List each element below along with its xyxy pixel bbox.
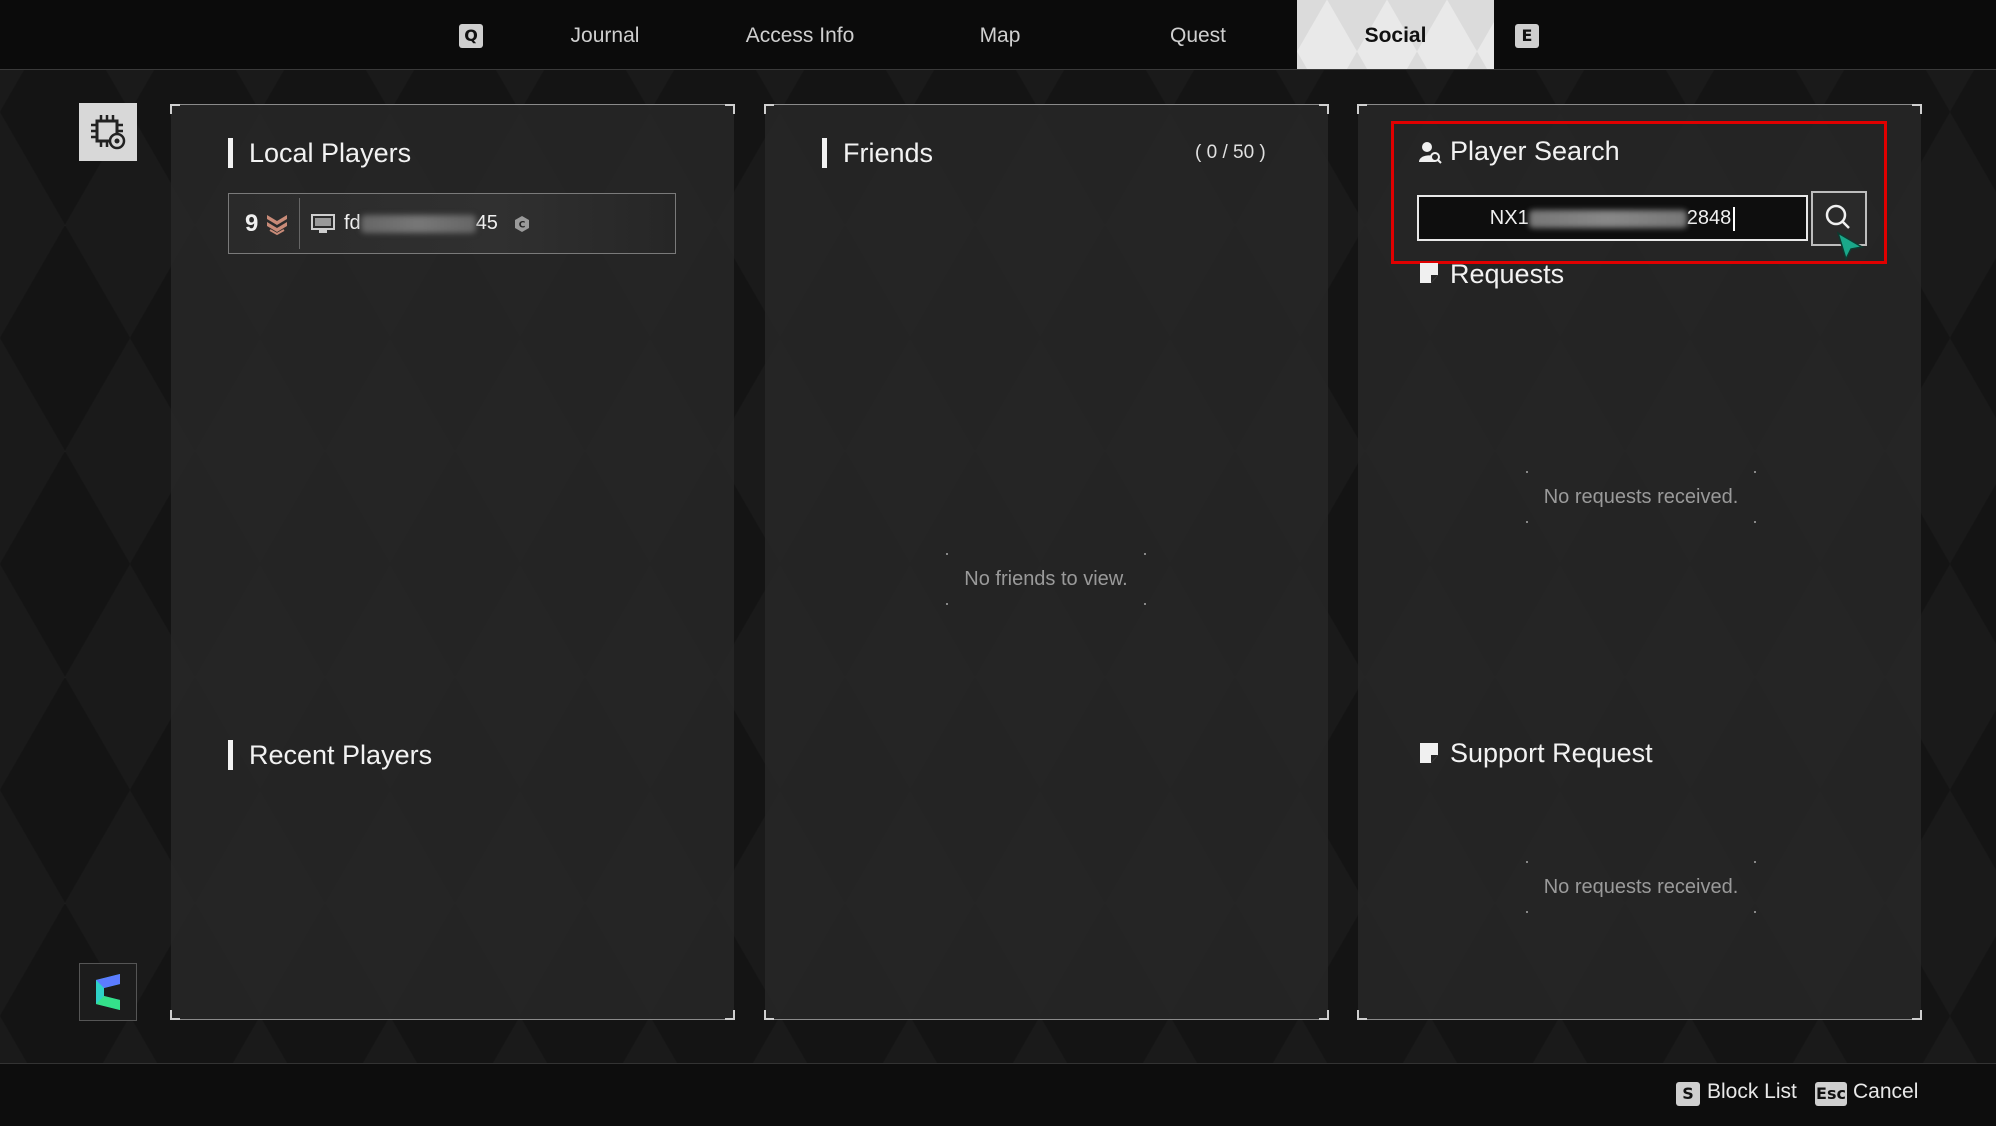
player-search-person-icon [1419,142,1442,164]
player-search-input[interactable]: NX1 2848 [1417,195,1808,241]
support-note-icon [1420,743,1438,763]
settings-chip-icon [91,115,126,150]
player-level: 9 [245,210,259,237]
player-name: fd 45 [344,212,498,234]
support-empty-state: No requests received. [1526,861,1756,913]
prev-tab-key[interactable]: Q [459,24,483,48]
friends-empty-text: No friends to view. [964,568,1128,590]
cross-platform-icon: C [515,216,529,232]
tab-map[interactable]: Map [935,0,1065,69]
local-players-title: Local Players [228,138,411,168]
recent-players-title: Recent Players [228,740,432,770]
row-divider [299,198,300,249]
brand-logo-button[interactable] [79,963,137,1021]
requests-empty-state: No requests received. [1526,471,1756,523]
tab-access-info[interactable]: Access Info [735,0,865,69]
requests-title: Requests [1450,259,1565,289]
tab-social[interactable]: Social [1297,0,1494,69]
rank-chevron-icon [267,215,287,236]
tab-quest[interactable]: Quest [1133,0,1263,69]
next-tab-key[interactable]: E [1515,24,1539,48]
player-search-title: Player Search [1450,136,1620,166]
cancel-key[interactable]: Esc [1815,1082,1847,1106]
friends-count: ( 0 / 50 ) [1195,142,1266,163]
svg-text:C: C [519,221,526,231]
settings-chip-button[interactable] [79,103,137,161]
friends-empty-state: No friends to view. [946,553,1146,605]
cancel-button[interactable]: Cancel [1853,1080,1918,1104]
tab-journal[interactable]: Journal [540,0,670,69]
block-list-key[interactable]: S [1676,1082,1700,1106]
requests-empty-text: No requests received. [1543,486,1739,508]
support-request-title: Support Request [1450,738,1653,768]
local-player-row[interactable]: 9 fd 45 C [228,193,676,254]
pc-monitor-icon [311,214,335,233]
mouse-cursor-icon [1836,231,1864,261]
block-list-button[interactable]: Block List [1707,1080,1797,1104]
support-empty-text: No requests received. [1543,876,1739,898]
requests-note-icon [1420,263,1438,283]
friends-title: Friends [822,138,933,168]
brand-logo-icon [96,974,120,1010]
